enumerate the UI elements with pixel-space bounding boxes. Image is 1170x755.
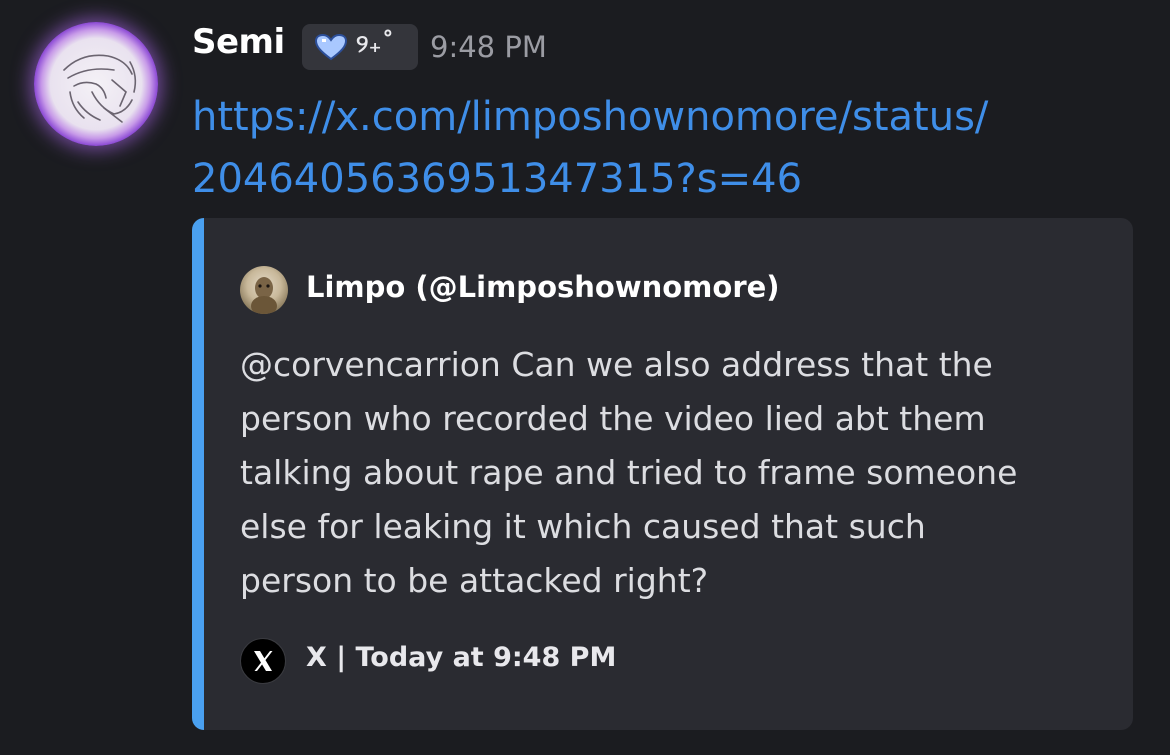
heart-icon <box>314 33 348 61</box>
avatar-sketch-image <box>63 54 137 123</box>
embed-text-line: person who recorded the video lied abt t… <box>240 399 986 438</box>
tag-text: ୨₊˚ <box>356 29 395 58</box>
embed-text-line: else for leaking it which caused that su… <box>240 507 926 546</box>
embed-author-name[interactable]: Limpo (@Limposhownomore) <box>306 270 780 304</box>
embed-description: @corvencarrion Can we also address that … <box>240 338 1100 608</box>
username[interactable]: Semi <box>192 22 285 62</box>
embed-footer: X | Today at 9:48 PM <box>306 642 617 673</box>
embed-accent-bar <box>192 218 204 730</box>
chat-message: Semi ୨₊˚ 9:48 PM https://x.com/limposhow… <box>0 0 1170 755</box>
link-line: https://x.com/limposhownomore/status/ <box>192 94 989 140</box>
embed-text-line: @corvencarrion Can we also address that … <box>240 345 993 384</box>
link-line: 2046405636951347315?s=46 <box>192 156 803 202</box>
author-avatar-image <box>251 277 277 314</box>
embed-text-line: person to be attacked right? <box>240 561 709 600</box>
embed-text-line: talking about rape and tried to frame so… <box>240 453 1018 492</box>
message-timestamp[interactable]: 9:48 PM <box>430 30 547 64</box>
x-logo-icon <box>240 638 286 684</box>
embed-author-avatar[interactable] <box>240 266 288 314</box>
link-embed: Limpo (@Limposhownomore) @corvencarrion … <box>192 218 1133 730</box>
tweet-link[interactable]: https://x.com/limposhownomore/status/ 20… <box>192 86 1112 210</box>
user-tag-chip[interactable]: ୨₊˚ <box>302 24 418 70</box>
user-avatar[interactable] <box>34 22 158 146</box>
